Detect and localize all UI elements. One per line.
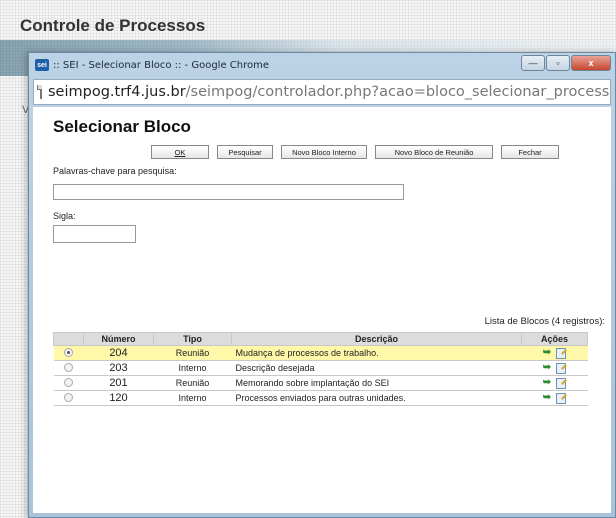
- minimize-button[interactable]: —: [521, 55, 545, 71]
- edit-icon[interactable]: [556, 392, 567, 404]
- page-title: Selecionar Bloco: [53, 117, 191, 136]
- include-arrow-icon[interactable]: ➥: [543, 377, 551, 388]
- header-tipo: Tipo: [153, 332, 232, 346]
- novo-bloco-reuniao-button[interactable]: Novo Bloco de Reunião: [375, 145, 493, 159]
- header-select: [53, 332, 84, 346]
- select-radio[interactable]: [64, 377, 73, 387]
- row-tipo: Interno: [153, 390, 232, 406]
- edit-icon[interactable]: [556, 347, 567, 359]
- row-numero: 201: [83, 375, 154, 391]
- row-descricao: Descrição desejada: [231, 360, 522, 376]
- action-buttons: OK Pesquisar Novo Bloco Interno Novo Blo…: [151, 145, 567, 159]
- pesquisar-button[interactable]: Pesquisar: [217, 145, 273, 159]
- row-descricao: Processos enviados para outras unidades.: [231, 390, 522, 406]
- chrome-popup-window: sei :: SEI - Selecionar Bloco :: - Googl…: [28, 52, 616, 518]
- select-radio[interactable]: [64, 347, 73, 357]
- row-tipo: Reunião: [153, 345, 232, 361]
- maximize-button[interactable]: ▫: [546, 55, 570, 71]
- include-arrow-icon[interactable]: ➥: [543, 362, 551, 373]
- row-numero: 120: [83, 390, 154, 406]
- sigla-label: Sigla:: [53, 211, 76, 221]
- row-descricao: Mudança de processos de trabalho.: [231, 345, 522, 361]
- window-controls: — ▫ x: [521, 55, 611, 71]
- edit-icon[interactable]: [556, 362, 567, 374]
- url-path: /seimpog/controlador.php?acao=bloco_sele…: [185, 84, 610, 100]
- header-acoes: Ações: [521, 332, 588, 346]
- row-tipo: Interno: [153, 360, 232, 376]
- header-descricao: Descrição: [231, 332, 522, 346]
- row-numero: 203: [83, 360, 154, 376]
- window-titlebar[interactable]: sei :: SEI - Selecionar Bloco :: - Googl…: [29, 53, 615, 77]
- novo-bloco-interno-button[interactable]: Novo Bloco Interno: [281, 145, 367, 159]
- row-numero: 204: [83, 345, 154, 361]
- fechar-button[interactable]: Fechar: [501, 145, 559, 159]
- page-content: Selecionar Bloco OK Pesquisar Novo Bloco…: [33, 107, 611, 513]
- select-radio[interactable]: [64, 392, 73, 402]
- table-caption: Lista de Blocos (4 registros):: [484, 316, 605, 327]
- sei-app-icon: sei: [35, 59, 49, 71]
- ok-button[interactable]: OK: [151, 145, 209, 159]
- table-row[interactable]: 120 Interno Processos enviados para outr…: [53, 390, 588, 406]
- select-radio[interactable]: [64, 362, 73, 372]
- include-arrow-icon[interactable]: ➥: [543, 392, 551, 403]
- include-arrow-icon[interactable]: ➥: [543, 347, 551, 358]
- url-text[interactable]: seimpog.trf4.jus.br/seimpog/controlador.…: [48, 84, 610, 100]
- address-bar[interactable]: seimpog.trf4.jus.br/seimpog/controlador.…: [33, 79, 611, 105]
- sigla-input[interactable]: [53, 225, 136, 243]
- background-page-title: Controle de Processos: [20, 16, 206, 35]
- row-descricao: Memorando sobre implantação do SEI: [231, 375, 522, 391]
- row-tipo: Reunião: [153, 375, 232, 391]
- url-host: seimpog.trf4.jus.br: [48, 84, 186, 100]
- keywords-label: Palavras-chave para pesquisa:: [53, 166, 177, 176]
- edit-icon[interactable]: [556, 377, 567, 389]
- table-row[interactable]: 201 Reunião Memorando sobre implantação …: [53, 375, 588, 391]
- page-icon: [37, 85, 42, 99]
- table-row[interactable]: 204 Reunião Mudança de processos de trab…: [53, 345, 588, 361]
- window-title: :: SEI - Selecionar Bloco :: - Google Ch…: [53, 59, 270, 71]
- header-numero: Número: [83, 332, 154, 346]
- table-row[interactable]: 203 Interno Descrição desejada ➥: [53, 360, 588, 376]
- blocks-table: Número Tipo Descrição Ações 204 Reunião …: [53, 332, 588, 406]
- keywords-input[interactable]: [53, 184, 404, 200]
- ok-button-label: OK: [174, 147, 186, 157]
- table-header-row: Número Tipo Descrição Ações: [53, 332, 588, 346]
- close-button[interactable]: x: [571, 55, 611, 71]
